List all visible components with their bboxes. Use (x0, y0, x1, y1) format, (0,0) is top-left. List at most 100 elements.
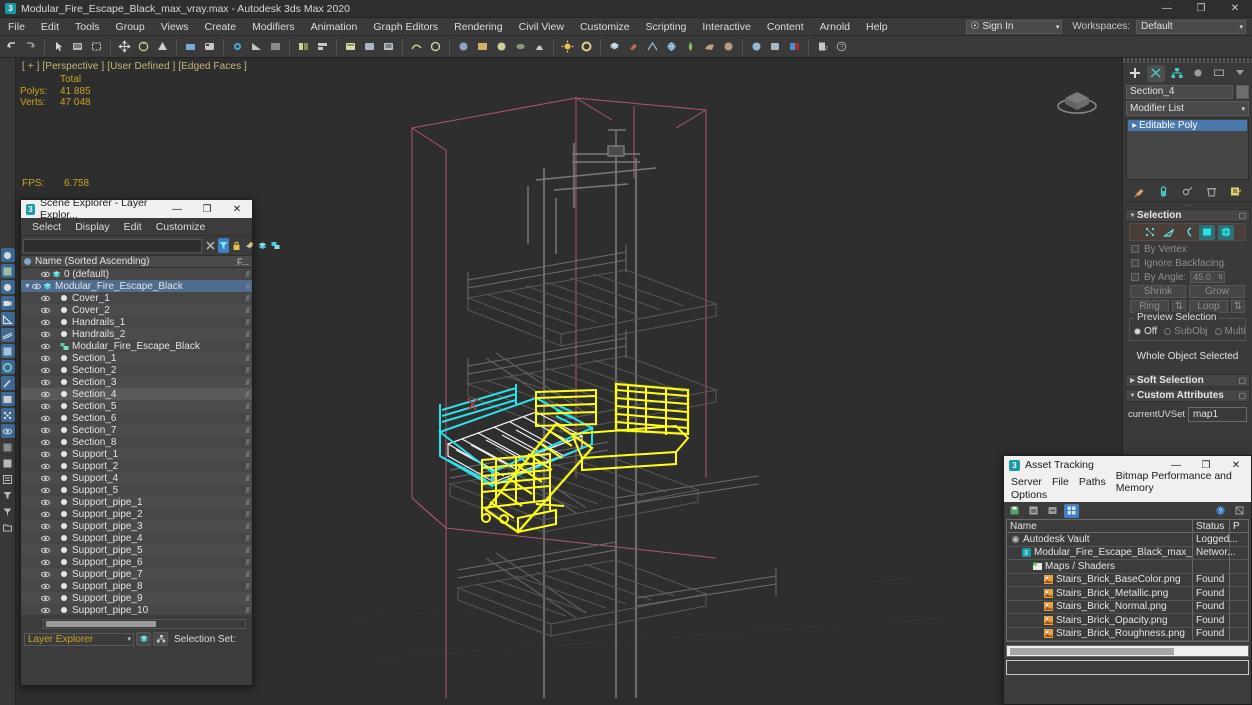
rollout-pin-icon[interactable]: ▢ (1238, 211, 1246, 220)
visibility-eye-icon[interactable] (41, 378, 52, 387)
visibility-eye-icon[interactable] (41, 402, 52, 411)
scene-explorer-close-button[interactable]: ✕ (222, 200, 252, 218)
pin-object-icon[interactable] (625, 38, 642, 56)
mirror-icon[interactable] (295, 38, 312, 56)
panel-resize-dots[interactable]: ⋯ (1123, 202, 1252, 210)
workspaces-dropdown[interactable]: Default ▾ (1136, 19, 1246, 34)
search-input[interactable] (23, 238, 202, 253)
sphere-primitive-icon[interactable] (720, 38, 737, 56)
close-button[interactable]: ✕ (1218, 0, 1252, 18)
configure-sets-icon[interactable] (1228, 184, 1243, 200)
visibility-eye-icon[interactable] (41, 522, 52, 531)
visibility-eye-icon[interactable] (41, 294, 52, 303)
panel-tool-icon[interactable] (1, 456, 15, 470)
select-by-name-icon[interactable] (69, 38, 86, 56)
asset-tracking-row[interactable]: Maps / Shaders (1007, 560, 1248, 574)
scene-explorer-row[interactable]: Support_pipe_8 /// (21, 580, 252, 592)
by-angle-checkbox[interactable]: By Angle: 45.0 ⇅ (1125, 270, 1250, 284)
asset-row-name-cell[interactable]: Autodesk Vault (1007, 533, 1193, 546)
edge-icon[interactable] (1161, 225, 1177, 240)
visibility-eye-icon[interactable] (41, 270, 52, 279)
visibility-eye-icon[interactable] (41, 558, 52, 567)
asset-tracking-row[interactable]: Stairs_Brick_Normal.png Found (1007, 600, 1248, 614)
menu-rendering[interactable]: Rendering (446, 18, 510, 36)
scene-explorer-row[interactable]: Cover_2 /// (21, 304, 252, 316)
scene-explorer-row[interactable]: Handrails_1 /// (21, 316, 252, 328)
visibility-eye-icon[interactable] (41, 306, 52, 315)
asset-tracking-row[interactable]: Stairs_Brick_Roughness.png Found (1007, 627, 1248, 641)
asset-tracking-horizontal-scrollbar[interactable] (1006, 645, 1249, 657)
explorer-mode-dropdown[interactable]: Layer Explorer ▾ (24, 632, 134, 646)
modifier-stack-item[interactable]: ▶ Editable Poly (1128, 120, 1247, 131)
scene-explorer-row[interactable]: Modular_Fire_Escape_Black /// (21, 340, 252, 352)
motion-tab[interactable] (1189, 65, 1207, 82)
move-icon[interactable] (116, 38, 133, 56)
menu-arnold[interactable]: Arnold (812, 18, 858, 36)
preview-multi-radio[interactable]: Multi (1214, 326, 1246, 337)
scene-explorer-row[interactable]: Support_pipe_3 /// (21, 520, 252, 532)
menu-edit[interactable]: Edit (33, 18, 67, 36)
scene-explorer-row[interactable]: Section_1 /// (21, 352, 252, 364)
visibility-eye-icon[interactable] (41, 462, 52, 471)
soft-selection-icon[interactable] (0, 280, 15, 294)
se-menu-display[interactable]: Display (68, 221, 116, 233)
ignore-backfacing-checkbox[interactable]: Ignore Backfacing (1125, 256, 1250, 270)
show-end-result-icon[interactable] (1156, 184, 1171, 200)
asset-tracking-row[interactable]: 3 Modular_Fire_Escape_Black_max_vray.maxN… (1007, 546, 1248, 560)
pin-stack-icon[interactable] (1132, 184, 1147, 200)
scene-explorer-row[interactable]: Section_2 /// (21, 364, 252, 376)
rotate-tool-icon[interactable] (0, 360, 15, 374)
grow-button[interactable]: Grow (1189, 285, 1245, 298)
rollout-pin-icon[interactable]: ▢ (1238, 376, 1246, 385)
align-icon[interactable] (314, 38, 331, 56)
angle-tool-icon[interactable] (0, 312, 15, 326)
asset-row-name-cell[interactable]: Stairs_Brick_Normal.png (1007, 600, 1193, 613)
remove-modifier-icon[interactable] (1204, 184, 1219, 200)
menu-civil-view[interactable]: Civil View (511, 18, 572, 36)
visibility-eye-icon[interactable] (41, 390, 52, 399)
pivot-center-icon[interactable] (201, 38, 218, 56)
scene-explorer-row[interactable]: Cover_1 /// (21, 292, 252, 304)
undo-icon[interactable] (3, 38, 20, 56)
minimize-button[interactable]: — (1150, 0, 1184, 18)
camera-tool-icon[interactable] (0, 296, 15, 310)
scripting-listener-icon[interactable]: 2 (814, 38, 831, 56)
visibility-eye-icon[interactable] (41, 534, 52, 543)
help-icon[interactable]: ? (1213, 504, 1228, 518)
menu-modifiers[interactable]: Modifiers (244, 18, 303, 36)
help-icon[interactable]: ? (833, 38, 850, 56)
filter-funnel-icon[interactable] (1, 488, 15, 502)
asset-row-name-cell[interactable]: Stairs_Brick_Opacity.png (1007, 614, 1193, 627)
visibility-eye-icon[interactable] (41, 546, 52, 555)
visibility-eye-icon[interactable] (41, 318, 52, 327)
reference-coord-icon[interactable] (182, 38, 199, 56)
menu-tools[interactable]: Tools (67, 18, 108, 36)
ribbon-tool-icon[interactable] (0, 328, 15, 342)
scene-explorer-row[interactable]: Support_pipe_6 /// (21, 556, 252, 568)
select-object-icon[interactable] (50, 38, 67, 56)
civil-view-icon[interactable] (786, 38, 803, 56)
settings-icon[interactable] (1232, 504, 1247, 518)
make-unique-icon[interactable] (1180, 184, 1195, 200)
filter-icon[interactable] (1, 504, 15, 518)
snaps-toggle-icon[interactable] (229, 38, 246, 56)
scene-explorer-maximize-button[interactable]: ❐ (192, 200, 222, 218)
nested-layer-icon[interactable] (270, 238, 281, 253)
scene-explorer-window[interactable]: 3 Scene Explorer - Layer Explor... — ❐ ✕… (20, 197, 280, 686)
expand-arrow-icon[interactable]: ▶ (1130, 122, 1139, 129)
list-tool-icon[interactable] (1, 440, 15, 454)
archive-icon[interactable] (1026, 504, 1041, 518)
menu-content[interactable]: Content (759, 18, 812, 36)
utilities-tab[interactable] (1231, 65, 1249, 82)
layers-stack-icon[interactable] (606, 38, 623, 56)
create-tab[interactable] (1126, 65, 1144, 82)
menu-help[interactable]: Help (858, 18, 896, 36)
scene-explorer-row[interactable]: Support_pipe_4 /// (21, 532, 252, 544)
menu-file[interactable]: File (0, 18, 33, 36)
visibility-eye-icon[interactable] (41, 582, 52, 591)
menu-graph-editors[interactable]: Graph Editors (365, 18, 446, 36)
asset-row-name-cell[interactable]: Stairs_Brick_Metallic.png (1007, 587, 1193, 600)
render-frame-icon[interactable] (493, 38, 510, 56)
poly-modeling-icon[interactable] (0, 264, 15, 278)
rotate-icon[interactable] (135, 38, 152, 56)
